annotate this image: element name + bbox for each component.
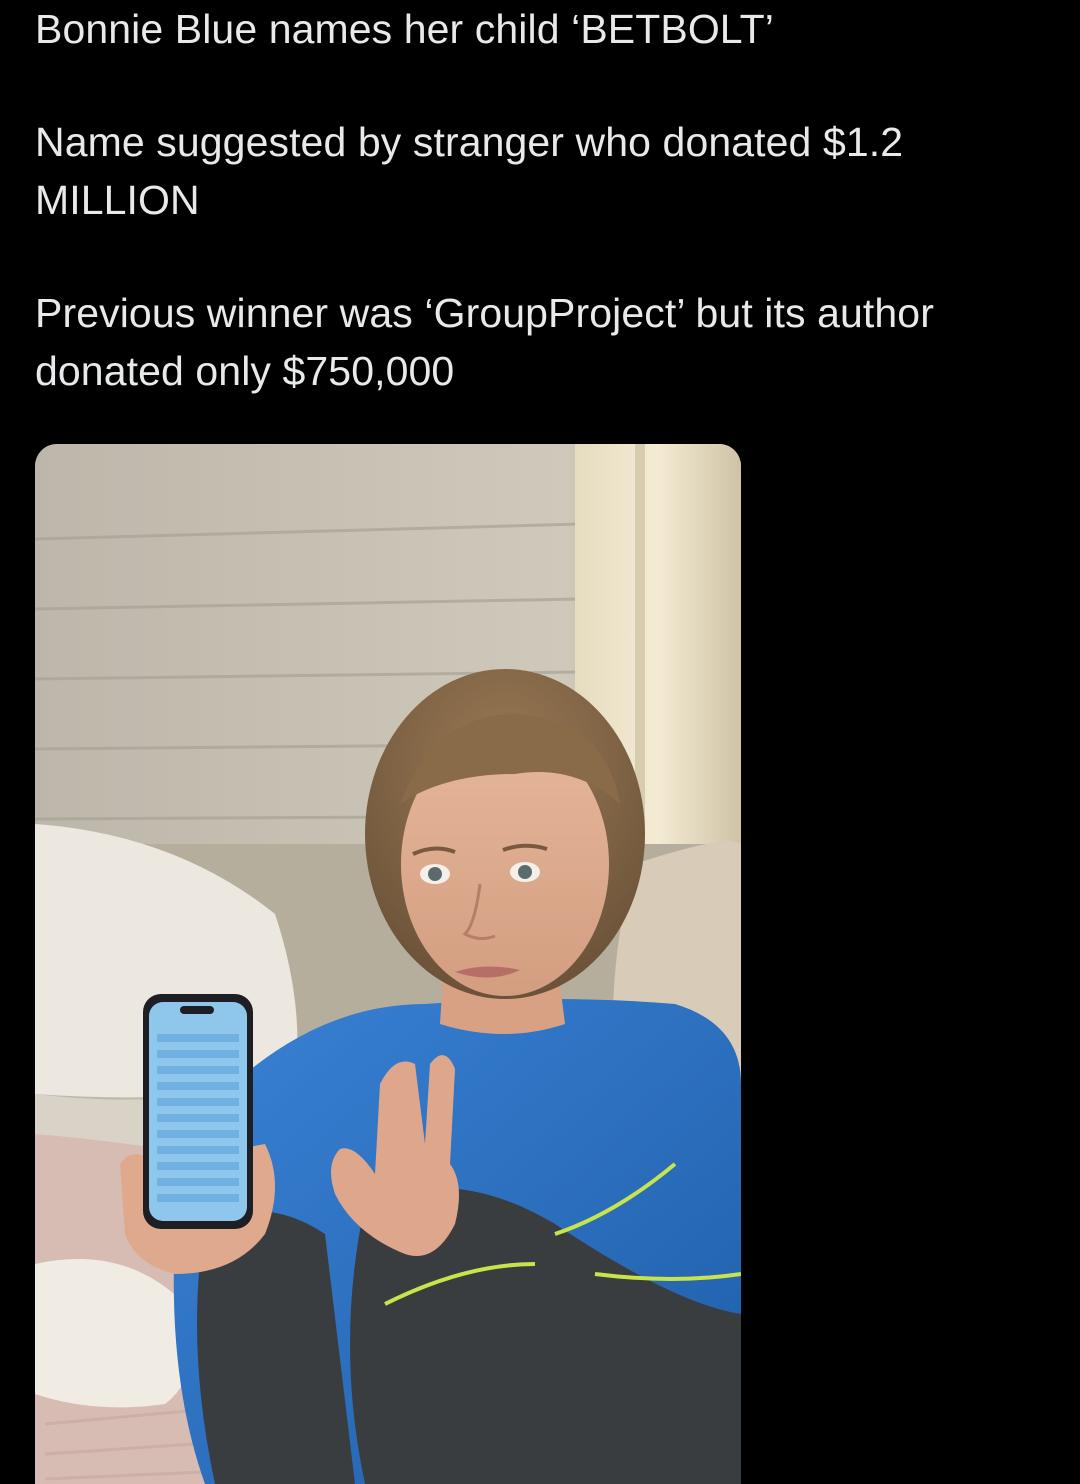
phone	[143, 994, 253, 1229]
photo-illustration	[35, 444, 741, 1484]
tweet-paragraph-previous-winner: Previous winner was ‘GroupProject’ but i…	[35, 290, 934, 394]
tweet-headline: Bonnie Blue names her child ‘BETBOLT’	[35, 6, 775, 52]
tweet-text: Bonnie Blue names her child ‘BETBOLT’ Na…	[35, 0, 1055, 455]
tweet-photo[interactable]	[35, 444, 741, 1484]
tweet-paragraph-donation: Name suggested by stranger who donated $…	[35, 119, 904, 223]
